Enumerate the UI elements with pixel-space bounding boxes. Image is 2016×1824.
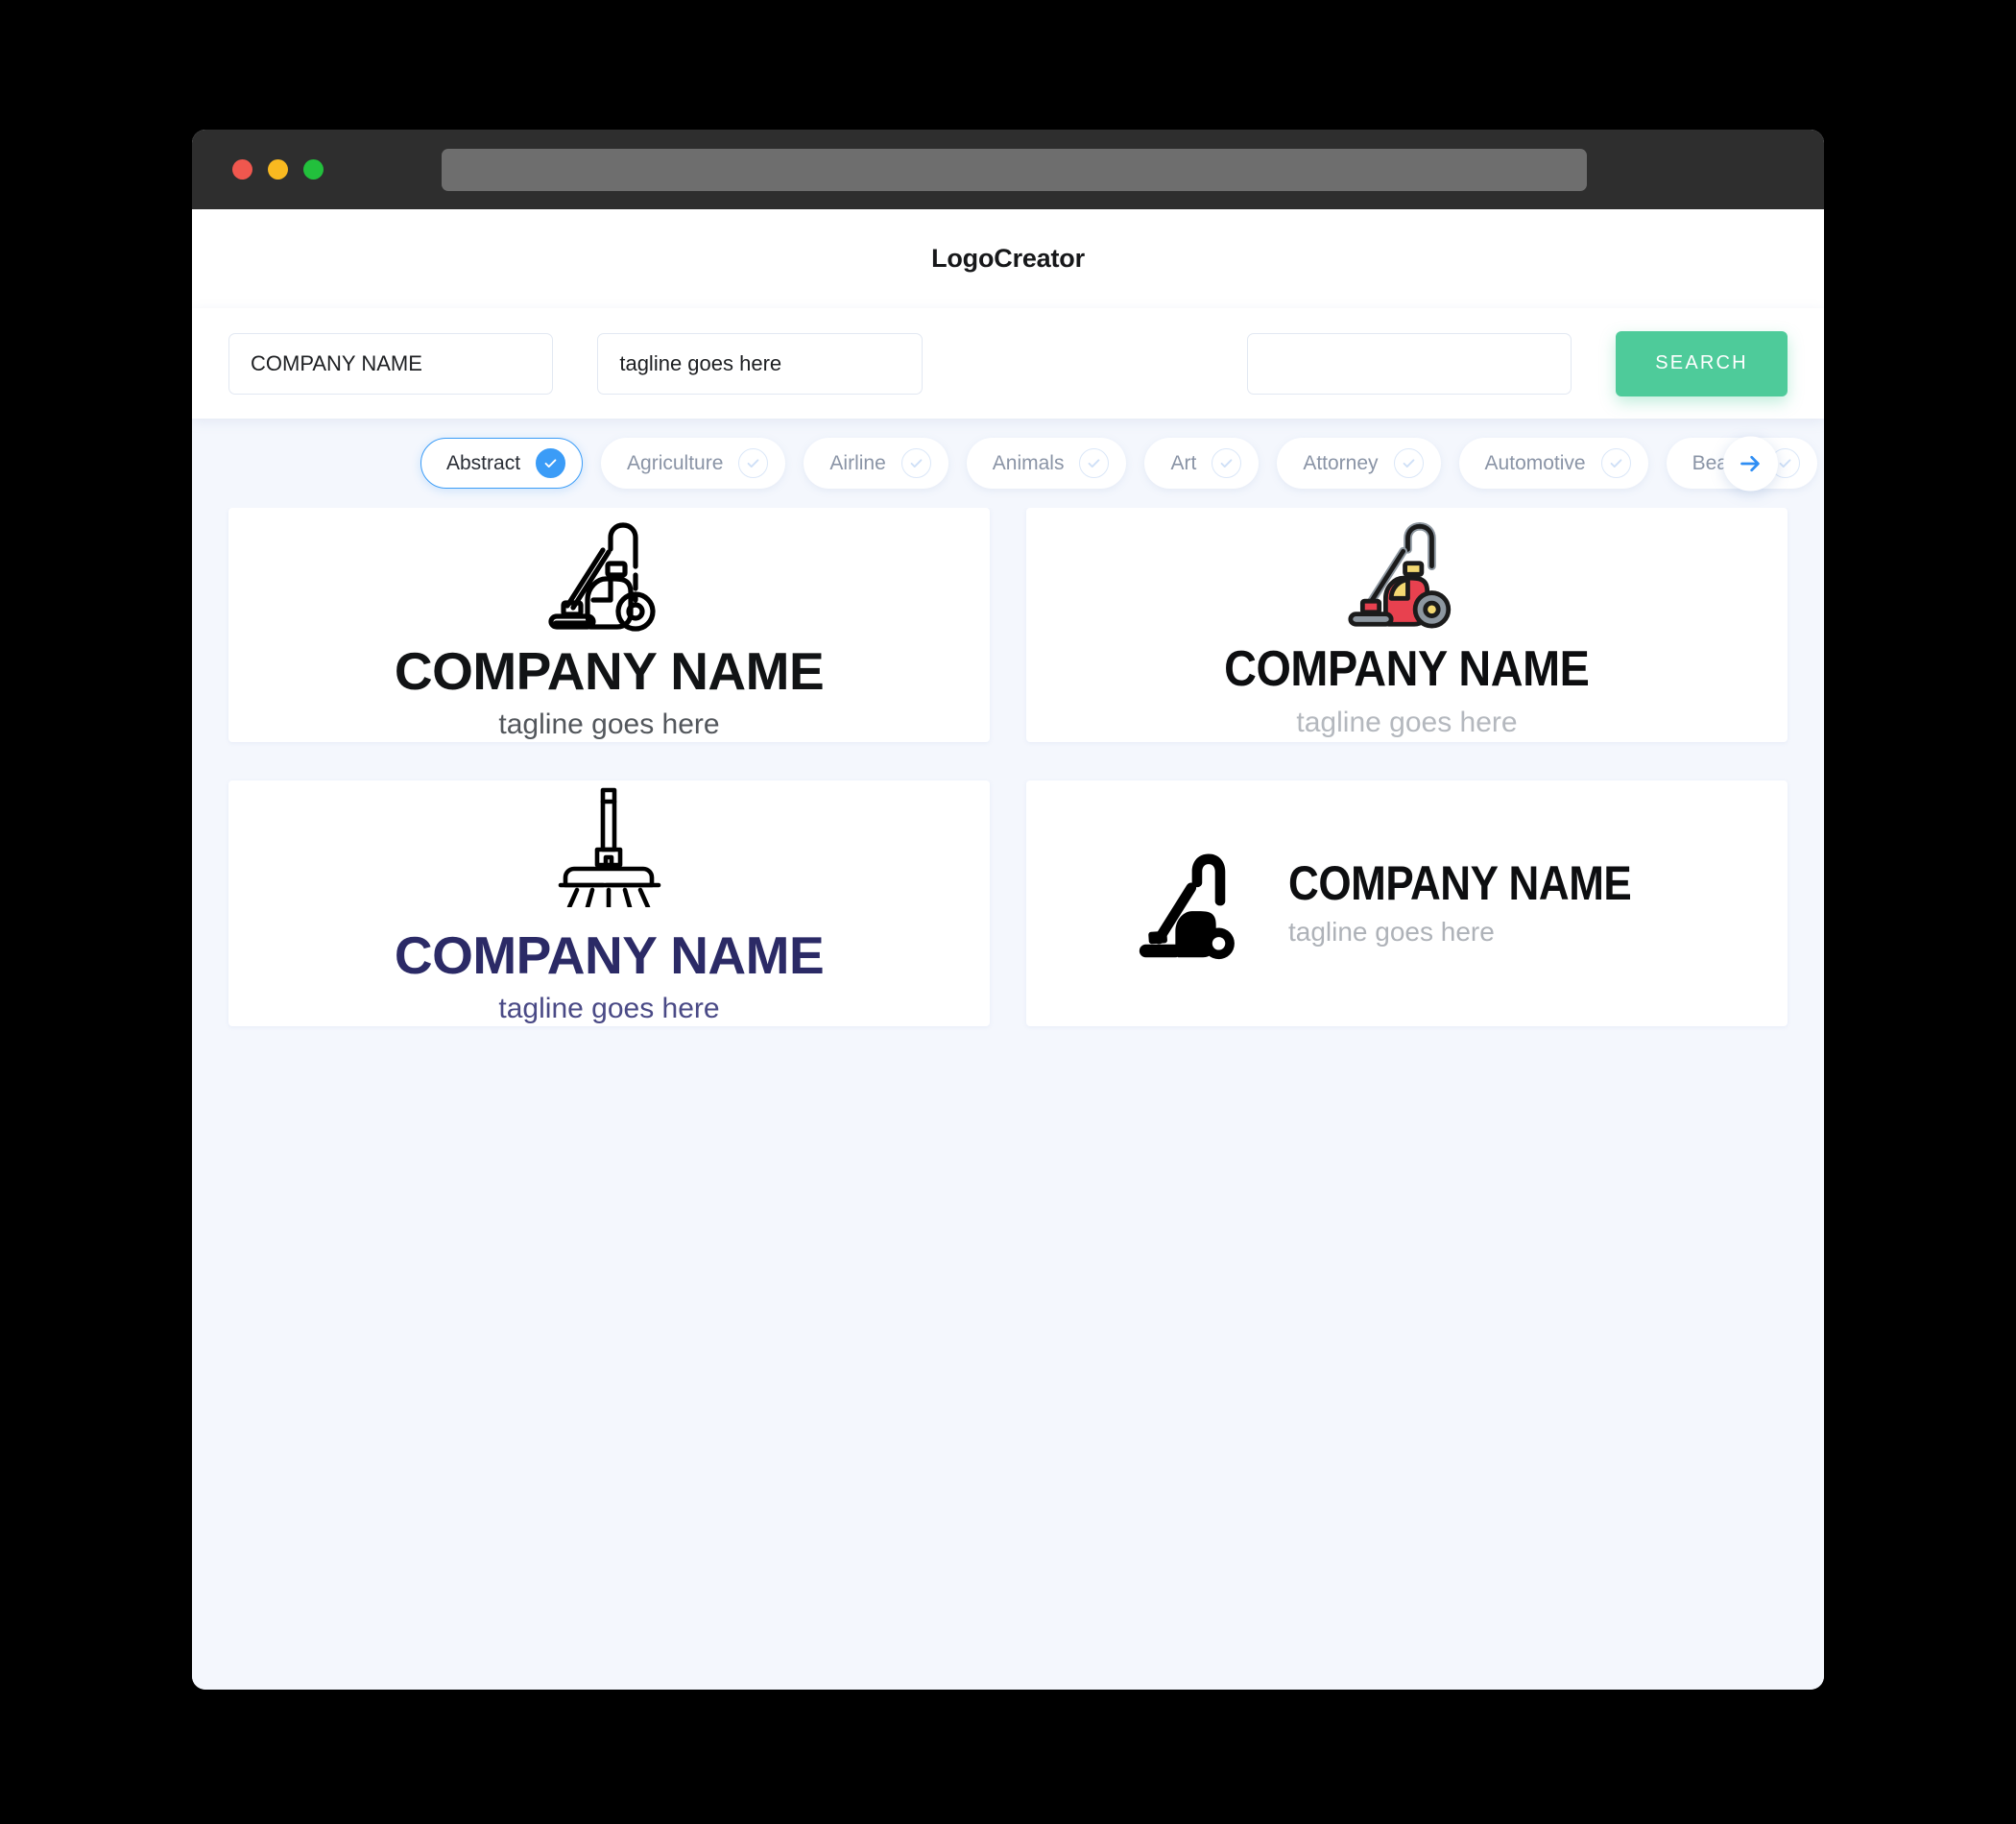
maximize-window-button[interactable] — [303, 159, 324, 180]
logo-preview: COMPANY NAME tagline goes here — [1204, 510, 1610, 740]
logo-results-grid: COMPANY NAME tagline goes here COMPANY N… — [192, 508, 1824, 1690]
category-chip-agriculture[interactable]: Agriculture — [601, 438, 786, 489]
category-chip-label: Abstract — [446, 451, 521, 474]
category-chip-label: Animals — [992, 451, 1065, 474]
logo-text-block: COMPANY NAME tagline goes here — [1288, 858, 1678, 948]
arrow-right-icon — [1740, 455, 1760, 471]
logo-preview: COMPANY NAME tagline goes here — [1136, 843, 1678, 963]
traffic-lights — [232, 159, 324, 180]
company-name-input[interactable] — [228, 332, 554, 395]
category-chip-automotive[interactable]: Automotive — [1458, 438, 1648, 489]
category-chip-animals[interactable]: Animals — [966, 438, 1127, 489]
logo-card[interactable]: COMPANY NAME tagline goes here — [228, 508, 990, 742]
vacuum-cleaner-color-icon — [1348, 522, 1452, 629]
screen: LogoCreator SEARCH Abstract Agriculture — [0, 0, 2016, 1824]
category-chip-label: Automotive — [1484, 451, 1586, 474]
category-chip-art[interactable]: Art — [1144, 438, 1260, 489]
logo-card[interactable]: COMPANY NAME tagline goes here — [228, 780, 990, 1026]
category-chip-airline[interactable]: Airline — [804, 438, 948, 489]
category-chip-abstract[interactable]: Abstract — [420, 438, 584, 489]
logo-company-name: COMPANY NAME — [394, 641, 825, 701]
broom-outline-icon — [558, 787, 660, 907]
search-button[interactable]: SEARCH — [1616, 330, 1788, 396]
logo-company-name: COMPANY NAME — [1287, 855, 1632, 910]
window-titlebar — [192, 130, 1824, 209]
check-circle-icon — [1079, 448, 1110, 478]
app-header: LogoCreator — [192, 209, 1824, 308]
logo-preview: COMPANY NAME tagline goes here — [394, 780, 825, 1026]
check-circle-icon — [1393, 448, 1424, 478]
check-circle-icon — [900, 448, 931, 478]
vacuum-cleaner-outline-icon — [547, 522, 656, 632]
logo-tagline: tagline goes here — [498, 992, 720, 1024]
logo-preview: COMPANY NAME tagline goes here — [394, 508, 825, 742]
logo-tagline: tagline goes here — [498, 708, 720, 740]
keyword-input[interactable] — [1246, 332, 1572, 395]
logo-company-name: COMPANY NAME — [1224, 641, 1590, 698]
logo-company-name: COMPANY NAME — [394, 924, 825, 985]
browser-window: LogoCreator SEARCH Abstract Agriculture — [192, 130, 1824, 1690]
check-circle-icon — [1600, 448, 1631, 478]
logo-tagline: tagline goes here — [1296, 706, 1518, 738]
logo-card[interactable]: COMPANY NAME tagline goes here — [1026, 780, 1788, 1026]
categories-next-button[interactable] — [1723, 436, 1778, 491]
check-circle-icon — [738, 448, 769, 478]
category-chip-label: Attorney — [1303, 451, 1379, 474]
page-title: LogoCreator — [931, 244, 1085, 273]
category-filter-bar: Abstract Agriculture Airline Animals Art… — [192, 419, 1824, 508]
category-chip-label: Art — [1170, 451, 1197, 474]
check-circle-icon — [536, 448, 566, 478]
category-chip-attorney[interactable]: Attorney — [1277, 438, 1441, 489]
tagline-input[interactable] — [597, 332, 923, 395]
category-chip-label: Airline — [829, 451, 886, 474]
close-window-button[interactable] — [232, 159, 252, 180]
logo-tagline: tagline goes here — [1287, 917, 1495, 948]
logo-card[interactable]: COMPANY NAME tagline goes here — [1026, 508, 1788, 742]
check-circle-icon — [1212, 448, 1242, 478]
vacuum-cleaner-solid-icon — [1139, 853, 1235, 960]
minimize-window-button[interactable] — [268, 159, 288, 180]
category-chip-label: Agriculture — [627, 451, 724, 474]
search-bar: SEARCH — [192, 308, 1824, 419]
browser-url-bar[interactable] — [442, 149, 1587, 191]
